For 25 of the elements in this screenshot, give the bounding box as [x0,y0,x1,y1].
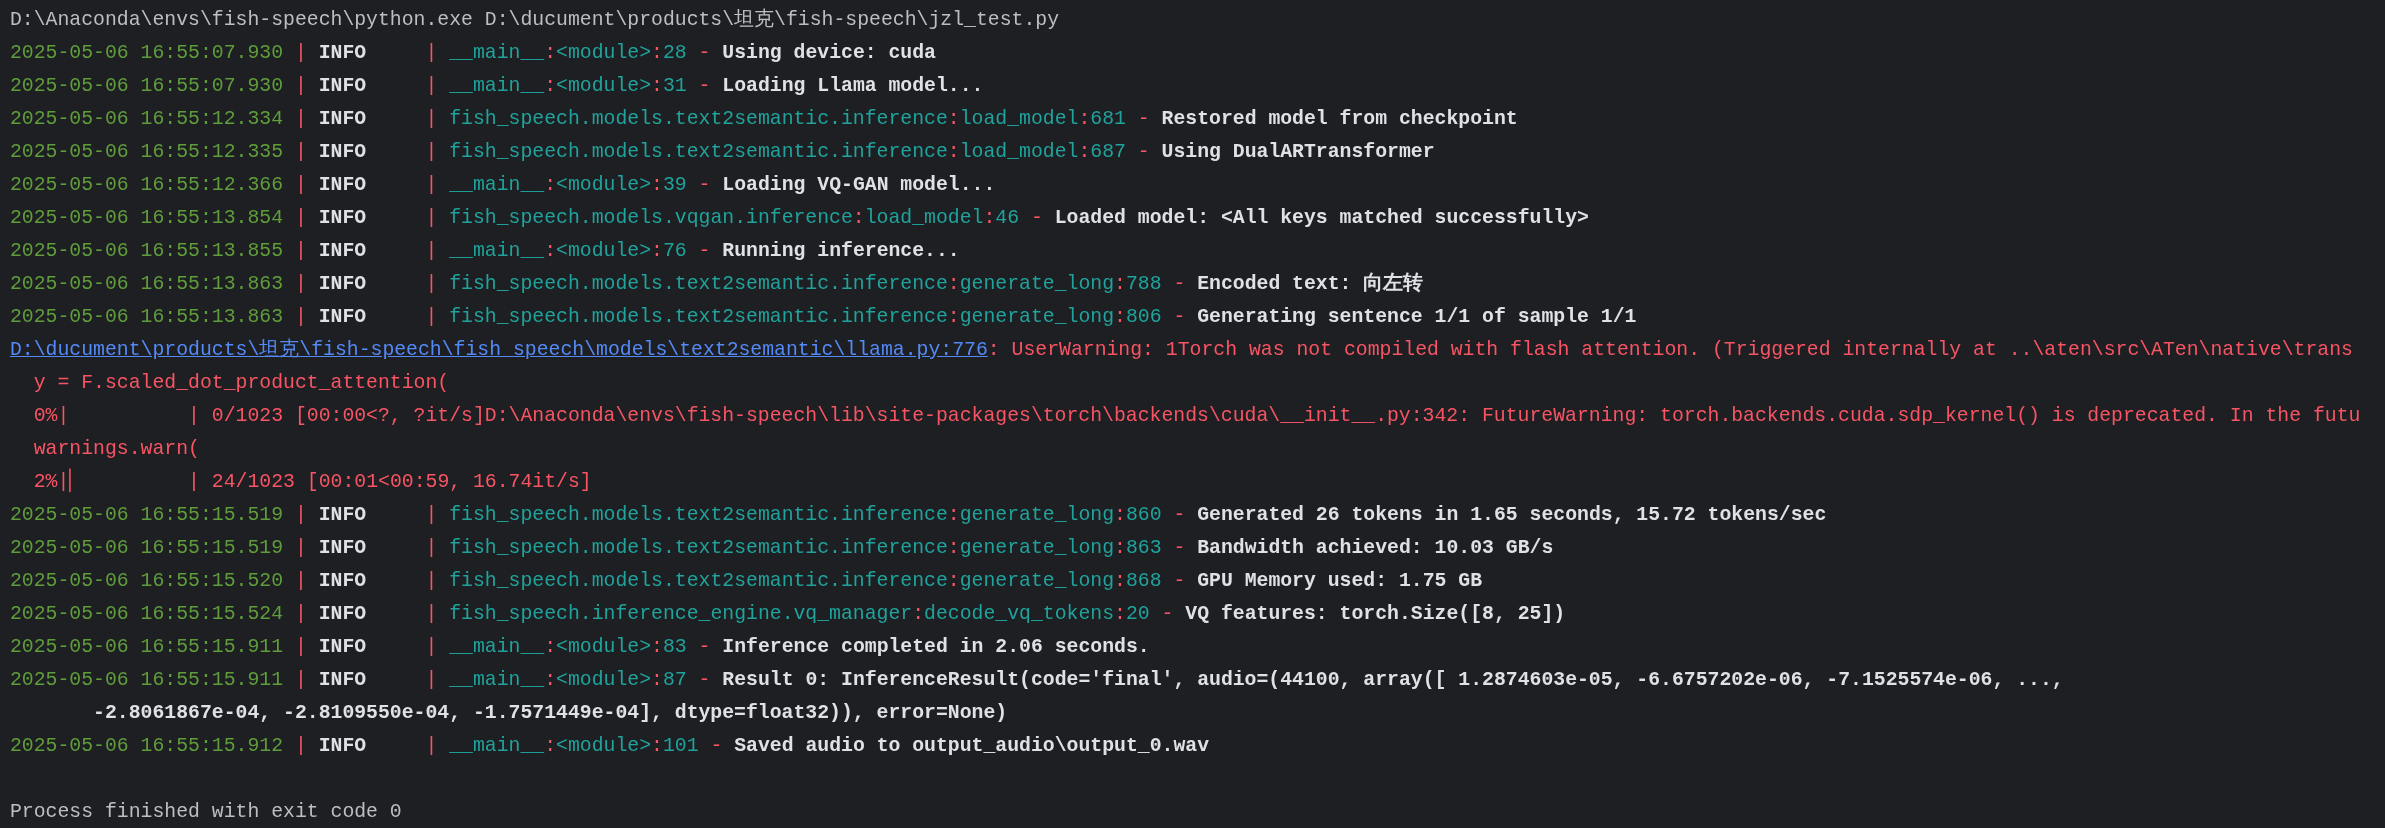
console-line: 2025-05-06 16:55:07.930 | INFO | __main__:<module>:31 - Loading Llama model... [10,74,984,99]
console-line: 2025-05-06 16:55:15.524 | INFO | fish_speech.inference_engine.vq_manager:decode_vq_tokens:20 - VQ features: torch.Size([8, 25]) [10,602,1566,627]
console-line: Process finished with exit code 0 [10,800,402,825]
console-line: D:\Anaconda\envs\fish-speech\python.exe D:\ducument\products\坦克\fish-speech\jzl_test.py [10,7,1059,33]
console-line: 2025-05-06 16:55:12.366 | INFO | __main__:<module>:39 - Loading VQ-GAN model... [10,173,996,198]
console-line: warnings.warn( [32,437,200,462]
console-line: -2.8061867e-04, -2.8109550e-04, -1.7571449e-04], dtype=float32)), error=None) [92,701,1008,726]
console-line: D:\ducument\products\坦克\fish-speech\fish_speech\models\text2semantic\llama.py:776: UserWarning: 1Torch was not compiled with flash attention. (Triggered internally at ..\aten\src\ATen\native\trans [10,337,2353,363]
console-line: 2%|▏ | 24/1023 [00:01<00:59, 16.74it/s] [10,466,592,499]
console-line: 2025-05-06 16:55:12.334 | INFO | fish_speech.models.text2semantic.inference:load_model:681 - Restored model from checkpoint [10,107,1518,132]
console-line: 2025-05-06 16:55:15.519 | INFO | fish_speech.models.text2semantic.inference:generate_long:860 - Generated 26 tokens in 1.65 seconds, 15.72 tokens/sec [10,503,1827,528]
console-line: 2025-05-06 16:55:15.912 | INFO | __main__:<module>:101 - Saved audio to output_audio\output_0.wav [10,734,1209,759]
console-line: 2025-05-06 16:55:15.519 | INFO | fish_speech.models.text2semantic.inference:generate_long:863 - Bandwidth achieved: 10.03 GB/s [10,536,1554,561]
console-line: 2025-05-06 16:55:15.911 | INFO | __main__:<module>:83 - Inference completed in 2.06 seconds. [10,635,1150,660]
console-line: 2025-05-06 16:55:12.335 | INFO | fish_speech.models.text2semantic.inference:load_model:687 - Using DualARTransformer [10,140,1435,165]
console-line: 2025-05-06 16:55:15.520 | INFO | fish_speech.models.text2semantic.inference:generate_long:868 - GPU Memory used: 1.75 GB [10,569,1483,594]
console-line: 2025-05-06 16:55:13.854 | INFO | fish_speech.models.vqgan.inference:load_model:46 - Loaded model: <All keys matched successfully> [10,206,1589,231]
console-line: 2025-05-06 16:55:15.911 | INFO | __main__:<module>:87 - Result 0: InferenceResult(code='final', audio=(44100, array([ 1.2874603e-05, -6.6757202e-06, -7.1525574e-06, ..., [10,668,2064,693]
console-line: 2025-05-06 16:55:13.855 | INFO | __main__:<module>:76 - Running inference... [10,239,960,264]
console-line: 2025-05-06 16:55:07.930 | INFO | __main__:<module>:28 - Using device: cuda [10,41,936,66]
console-line: 0%| | 0/1023 [00:00<?, ?it/s]D:\Anaconda\envs\fish-speech\lib\site-packages\torch\backends\cuda\__init__.py:342: FutureWarning: torch.backends.cuda.sdp_kernel() is deprecated. In the futu [32,404,2361,429]
console-line: y = F.scaled_dot_product_attention( [32,371,450,396]
console-line: 2025-05-06 16:55:13.863 | INFO | fish_speech.models.text2semantic.inference:generate_long:806 - Generating sentence 1/1 of sample 1/1 [10,305,1637,330]
console-line: 2025-05-06 16:55:13.863 | INFO | fish_speech.models.text2semantic.inference:generate_long:788 - Encoded text: 向左转 [10,271,1424,297]
file-link[interactable]: D:\ducument\products\坦克\fish-speech\fish_speech\models\text2semantic\llama.py:776 [10,339,988,361]
